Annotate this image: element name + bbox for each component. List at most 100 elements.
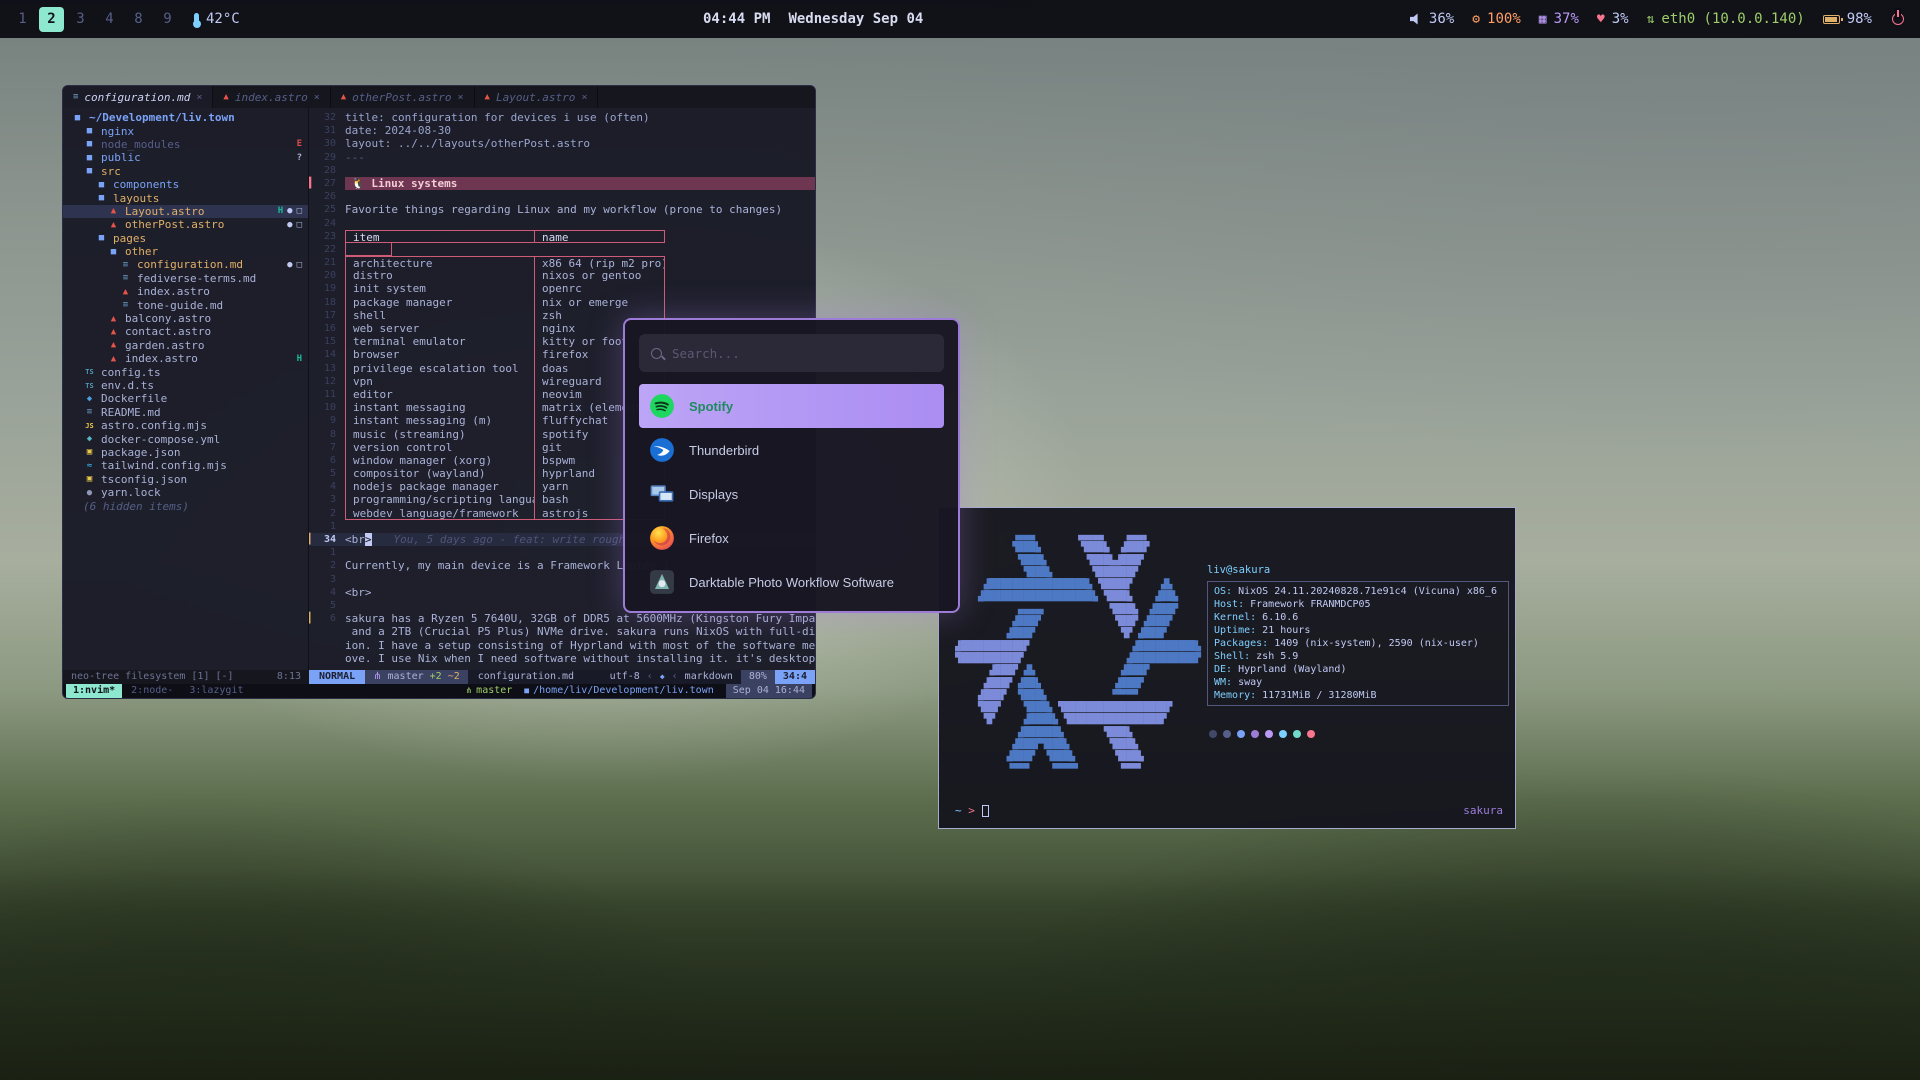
tab-close-icon[interactable]: × — [314, 92, 320, 103]
tree-file-tailwind.config.mjs[interactable]: ≈tailwind.config.mjs — [63, 459, 308, 472]
launcher-item-firefox[interactable]: Firefox — [639, 516, 944, 560]
table-row: browserfirefox — [345, 348, 665, 361]
terminal-cursor — [982, 805, 989, 817]
tree-file-index.astro[interactable]: ▲index.astro — [63, 285, 308, 298]
tree-folder-components[interactable]: ■components — [63, 178, 308, 191]
tree-folder-public[interactable]: ■public? — [63, 151, 308, 164]
folder-icon: ■ — [83, 126, 96, 136]
tree-file-(6 hidden items)[interactable]: (6 hidden items) — [63, 499, 308, 512]
tmux-window-2:node-[interactable]: 2:node- — [124, 684, 180, 698]
tree-file-README.md[interactable]: ≡README.md — [63, 406, 308, 419]
module-network[interactable]: ⇅eth0 (10.0.0.140) — [1647, 11, 1805, 27]
module-memory[interactable]: ▦37% — [1539, 11, 1579, 27]
network-icon: ⇅ — [1647, 13, 1655, 26]
tree-file-config.ts[interactable]: TSconfig.ts — [63, 365, 308, 378]
workspace-3[interactable]: 3 — [68, 7, 93, 32]
tree-file-docker-compose.yml[interactable]: ◆docker-compose.yml — [63, 432, 308, 445]
table-row: package managernix or emerge — [345, 296, 665, 309]
workspace-8[interactable]: 8 — [126, 7, 151, 32]
tree-file-tone-guide.md[interactable]: ≡tone-guide.md — [63, 298, 308, 311]
gutter-sign — [309, 217, 319, 230]
tree-file-garden.astro[interactable]: ▲garden.astro — [63, 339, 308, 352]
gutter-sign — [309, 322, 319, 335]
tree-file-astro.config.mjs[interactable]: JSastro.config.mjs — [63, 419, 308, 432]
table-row: itemname — [345, 230, 665, 243]
table-cell: openrc — [535, 282, 665, 295]
editor-line: 25Favorite things regarding Linux and my… — [309, 203, 815, 216]
tree-file-env.d.ts[interactable]: TSenv.d.ts — [63, 379, 308, 392]
module-battery[interactable]: 98% — [1823, 11, 1872, 27]
tab-Layout.astro[interactable]: ▲Layout.astro× — [475, 86, 599, 108]
topbar-left-group: 123489 42°C — [10, 7, 240, 32]
tree-folder-pages[interactable]: ■pages — [63, 232, 308, 245]
tree-folder-src[interactable]: ■src — [63, 165, 308, 178]
tree-file-Layout.astro[interactable]: ▲Layout.astroH●□ — [63, 205, 308, 218]
tab-close-icon[interactable]: × — [458, 92, 464, 103]
filetype-icon: ▲ — [223, 92, 228, 102]
module-cpu[interactable]: ♥3% — [1597, 11, 1629, 27]
tree-label: README.md — [101, 406, 161, 419]
module-volume[interactable]: 36% — [1410, 11, 1454, 27]
table-row: instant messagingmatrix (element) — [345, 401, 665, 414]
shell-prompt[interactable]: ~ > — [955, 804, 989, 817]
launcher-item-darktable-photo-workflow-software[interactable]: Darktable Photo Workflow Software — [639, 560, 944, 604]
tree-file-balcony.astro[interactable]: ▲balcony.astro — [63, 312, 308, 325]
workspace-4[interactable]: 4 — [97, 7, 122, 32]
module-brightness[interactable]: ⚙100% — [1472, 11, 1521, 27]
gutter-sign — [309, 348, 319, 361]
tab-configuration.md[interactable]: ≡configuration.md× — [63, 86, 213, 108]
terminal-window-fastfetch[interactable]: ▗▄▄▄ ▗▄▄▄▄ ▄▄▄▖ ▜███▙ ▜███▙ ▟███▛ ▜███▙ … — [938, 507, 1516, 829]
tab-close-icon[interactable]: × — [196, 92, 202, 103]
workspace-9[interactable]: 9 — [155, 7, 180, 32]
launcher-item-thunderbird[interactable]: Thunderbird — [639, 428, 944, 472]
editor-line: ▎6sakura has a Ryzen 5 7640U, 32GB of DD… — [309, 612, 815, 625]
workspace-1[interactable]: 1 — [10, 7, 35, 32]
power-button[interactable] — [1892, 13, 1904, 25]
tmux-window-1:nvim*[interactable]: 1:nvim* — [66, 684, 122, 698]
tree-folder-node_modules[interactable]: ■node_modulesE — [63, 138, 308, 151]
tmux-window-3:lazygit[interactable]: 3:lazygit — [182, 684, 250, 698]
tree-file-configuration.md[interactable]: ≡configuration.md●□ — [63, 258, 308, 271]
info-label: Host: — [1214, 599, 1250, 610]
tab-index.astro[interactable]: ▲ index.astro × — [213, 86, 330, 108]
tree-file-tsconfig.json[interactable]: ▣tsconfig.json — [63, 473, 308, 486]
tree-file-fediverse-terms.md[interactable]: ≡fediverse-terms.md — [63, 272, 308, 285]
table-row: shellzsh — [345, 309, 665, 322]
tree-file-index.astro[interactable]: ▲index.astroH — [63, 352, 308, 365]
topbar-right-group: 36% ⚙100% ▦37% ♥3% ⇅eth0 (10.0.0.140) 98% — [1410, 11, 1910, 27]
tree-file-contact.astro[interactable]: ▲contact.astro — [63, 325, 308, 338]
gutter-sign — [309, 467, 319, 480]
file-icon: JS — [83, 422, 96, 430]
table-row: nodejs package manageryarn — [345, 480, 665, 493]
tree-label: docker-compose.yml — [101, 433, 220, 446]
tree-folder-nginx[interactable]: ■nginx — [63, 124, 308, 137]
tree-folder-other[interactable]: ■other — [63, 245, 308, 258]
info-label: Shell: — [1214, 651, 1256, 662]
workspace-2[interactable]: 2 — [39, 7, 64, 32]
line-number: 21 — [319, 256, 345, 269]
tree-file-Dockerfile[interactable]: ◆Dockerfile — [63, 392, 308, 405]
launcher-item-spotify[interactable]: Spotify — [639, 384, 944, 428]
editor-line: ove. I use Nix when I need software with… — [309, 652, 815, 665]
tab-close-icon[interactable]: × — [581, 92, 587, 103]
temperature-module[interactable]: 42°C — [194, 11, 240, 27]
tab-label: index.astro — [235, 91, 308, 104]
table-cell: editor — [345, 388, 535, 401]
tree-root[interactable]: ■~/Development/liv.town — [63, 111, 308, 124]
tree-file-otherPost.astro[interactable]: ▲otherPost.astro●□ — [63, 218, 308, 231]
line-number: 11 — [319, 388, 345, 401]
launcher-item-displays[interactable]: Displays — [639, 472, 944, 516]
search-input[interactable] — [672, 346, 932, 361]
clock-module[interactable]: 04:44 PM Wednesday Sep 04 — [703, 0, 923, 38]
git-badges: ? — [297, 153, 308, 163]
launcher-search[interactable] — [639, 334, 944, 372]
table-row: web servernginx — [345, 322, 665, 335]
file-icon: ▲ — [107, 206, 120, 216]
file-icon: ● — [83, 488, 96, 498]
neo-tree-panel[interactable]: ■~/Development/liv.town■nginx■node_modul… — [63, 108, 309, 670]
tree-folder-layouts[interactable]: ■layouts — [63, 191, 308, 204]
tree-file-package.json[interactable]: ▣package.json — [63, 446, 308, 459]
tab-otherPost.astro[interactable]: ▲otherPost.astro× — [331, 86, 475, 108]
tree-file-yarn.lock[interactable]: ●yarn.lock — [63, 486, 308, 499]
git-branch-icon: ⋔ — [373, 670, 381, 684]
